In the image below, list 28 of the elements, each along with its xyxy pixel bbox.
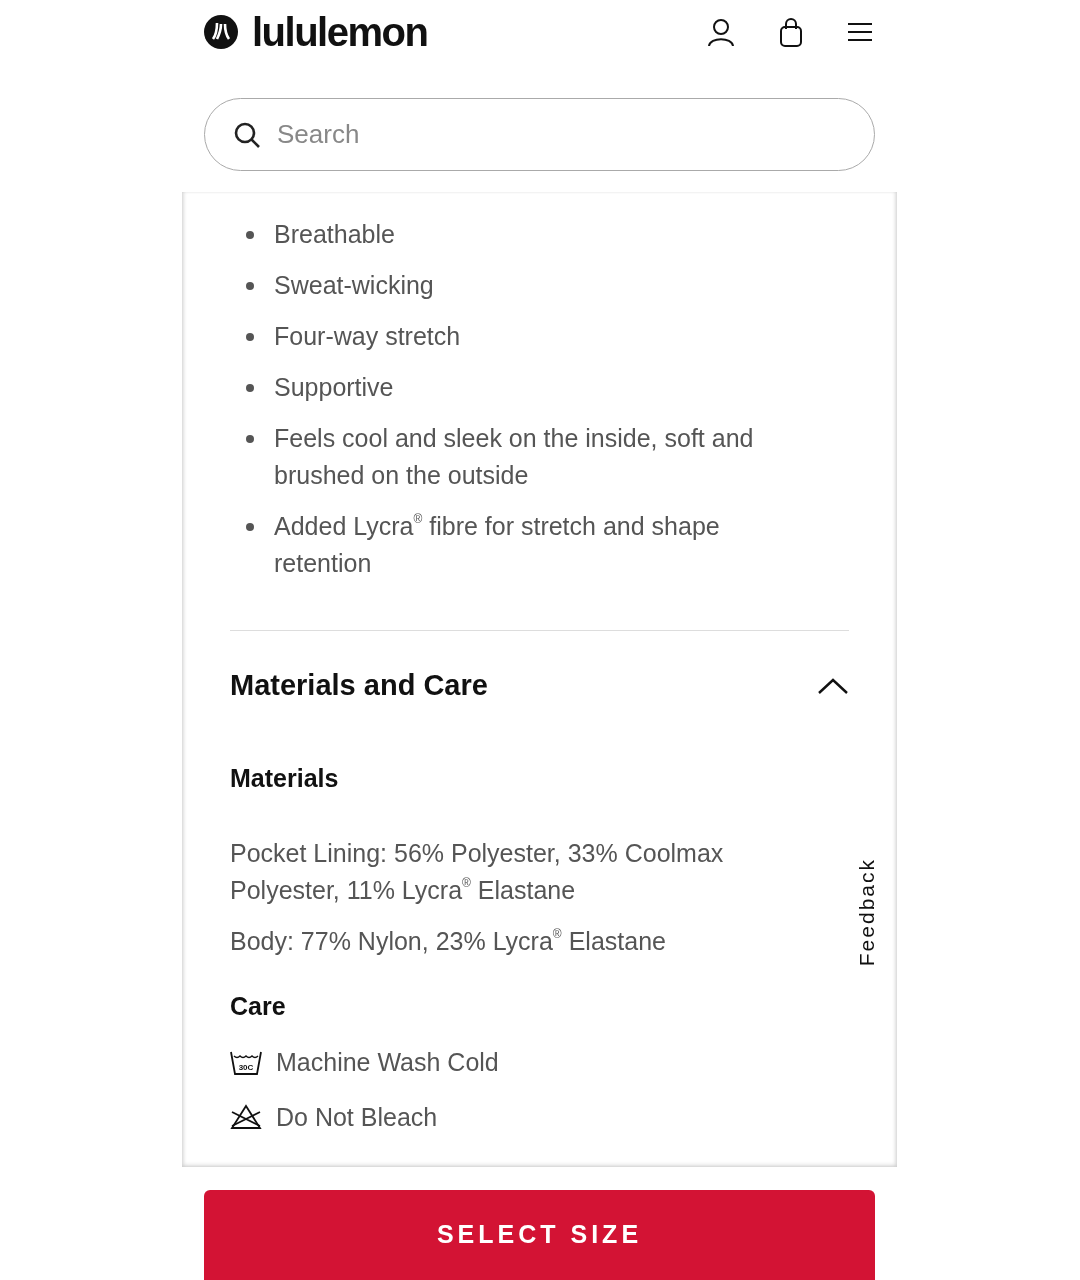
shopping-bag-icon[interactable] (779, 17, 803, 47)
bullet-icon (246, 435, 254, 443)
menu-icon[interactable] (847, 21, 873, 43)
feature-text: Added Lycra$^{®}$ fibre for stretch and shape retention (274, 511, 721, 579)
materials-text: Body: 77% Nylon, 23% Lycra$^{®}$ Elastane (230, 926, 667, 957)
bullet-icon (246, 282, 254, 290)
bullet-icon (246, 333, 254, 341)
feature-text: Supportive (274, 372, 394, 403)
bullet-icon (246, 384, 254, 392)
materials-text: Pocket Lining: 56% Polyester, 33% Coolmax Polyester, 11% Lycra$^{®}$ Elastane (230, 838, 725, 906)
logo-icon[interactable] (204, 15, 238, 49)
materials-heading: Materials (230, 762, 340, 794)
search-icon (234, 122, 260, 148)
feature-text: Sweat-wicking (274, 270, 434, 301)
triangle-crossed-icon (230, 1104, 262, 1130)
section-title[interactable]: Materials and Care (230, 664, 488, 708)
feature-text: Four-way stretch (274, 321, 461, 352)
bullet-icon (246, 523, 254, 531)
feature-text: Feels cool and sleek on the inside, soft and brushed on the outside (274, 423, 755, 491)
care-text: Machine Wash Cold (276, 1046, 499, 1078)
search-field[interactable]: Search (204, 98, 875, 171)
logo-text[interactable]: lululemon (252, 12, 428, 52)
select-size-button[interactable]: SELECT SIZE (204, 1190, 875, 1280)
bullet-icon (246, 231, 254, 239)
care-text: Do Not Bleach (276, 1101, 438, 1133)
account-icon[interactable] (707, 17, 735, 47)
care-heading: Care (230, 991, 287, 1022)
feature-text: Breathable (274, 219, 395, 250)
